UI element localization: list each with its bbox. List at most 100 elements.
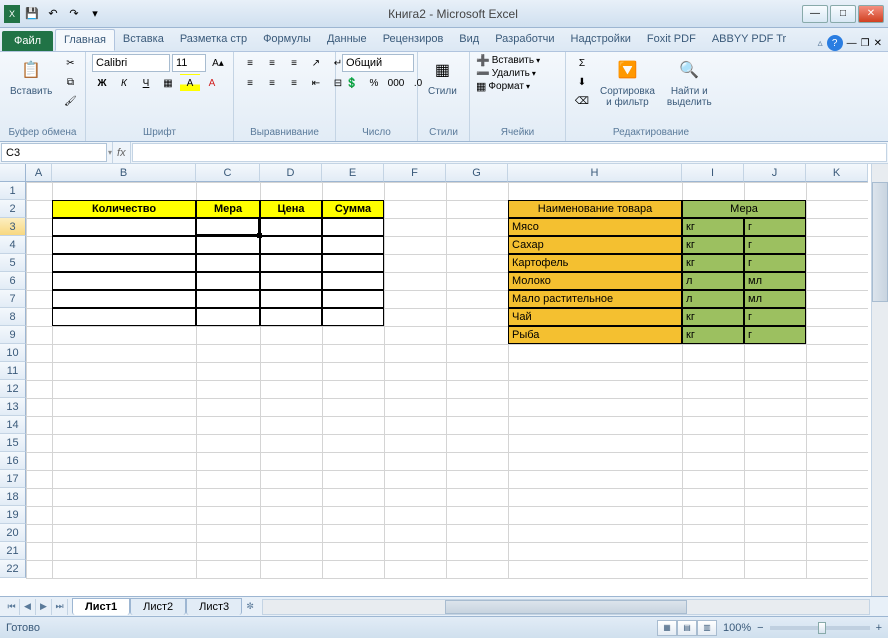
worksheet-grid[interactable]: ABCDEFGHIJK 1234567891011121314151617181…	[0, 164, 888, 596]
col-header-D[interactable]: D	[260, 164, 322, 182]
cell-I7[interactable]: л	[682, 290, 744, 308]
vertical-scroll-thumb[interactable]	[872, 182, 888, 302]
cell-E8[interactable]	[322, 308, 384, 326]
cell-D4[interactable]	[260, 236, 322, 254]
zoom-slider[interactable]	[770, 626, 870, 630]
cell-I3[interactable]: кг	[682, 218, 744, 236]
cell-B8[interactable]	[52, 308, 196, 326]
ribbon-tab-9[interactable]: Foxit PDF	[639, 29, 704, 51]
help-icon[interactable]: ?	[827, 35, 843, 51]
vertical-scrollbar[interactable]	[871, 164, 888, 596]
row-header-15[interactable]: 15	[0, 434, 26, 452]
sheet-nav-last-icon[interactable]: ⏭	[52, 599, 68, 615]
cell-J6[interactable]: мл	[744, 272, 806, 290]
cell-I2[interactable]: Мера	[682, 200, 806, 218]
col-header-I[interactable]: I	[682, 164, 744, 182]
cell-C2[interactable]: Мера	[196, 200, 260, 218]
italic-button[interactable]: К	[114, 74, 134, 92]
row-header-20[interactable]: 20	[0, 524, 26, 542]
cell-B4[interactable]	[52, 236, 196, 254]
cell-C8[interactable]	[196, 308, 260, 326]
row-header-14[interactable]: 14	[0, 416, 26, 434]
cell-H3[interactable]: Мясо	[508, 218, 682, 236]
col-header-F[interactable]: F	[384, 164, 446, 182]
zoom-in-icon[interactable]: +	[876, 622, 882, 634]
cell-H7[interactable]: Мало растительное	[508, 290, 682, 308]
cell-C6[interactable]	[196, 272, 260, 290]
align-middle-icon[interactable]: ≡	[262, 54, 282, 72]
cut-icon[interactable]: ✂	[60, 54, 80, 72]
row-header-3[interactable]: 3	[0, 218, 26, 236]
cell-D8[interactable]	[260, 308, 322, 326]
col-header-G[interactable]: G	[446, 164, 508, 182]
copy-icon[interactable]: ⧉	[60, 73, 80, 91]
row-header-9[interactable]: 9	[0, 326, 26, 344]
cell-I6[interactable]: л	[682, 272, 744, 290]
sort-filter-button[interactable]: 🔽 Сортировка и фильтр	[596, 54, 659, 110]
insert-cells-button[interactable]: ➕Вставить▾	[476, 54, 540, 67]
cell-C5[interactable]	[196, 254, 260, 272]
border-icon[interactable]: ▦	[158, 74, 178, 92]
row-header-5[interactable]: 5	[0, 254, 26, 272]
page-break-view-icon[interactable]: ▥	[697, 620, 717, 636]
doc-restore-icon[interactable]: ❐	[861, 38, 870, 49]
fill-color-icon[interactable]: A	[180, 74, 200, 92]
zoom-out-icon[interactable]: −	[757, 622, 763, 634]
autosum-icon[interactable]: Σ	[572, 54, 592, 72]
sheet-nav-first-icon[interactable]: ⏮	[4, 599, 20, 615]
percent-icon[interactable]: %	[364, 74, 384, 92]
cell-B2[interactable]: Количество	[52, 200, 196, 218]
cell-J9[interactable]: г	[744, 326, 806, 344]
undo-icon[interactable]: ↶	[44, 5, 62, 23]
cell-H9[interactable]: Рыба	[508, 326, 682, 344]
col-header-J[interactable]: J	[744, 164, 806, 182]
align-bottom-icon[interactable]: ≡	[284, 54, 304, 72]
paste-button[interactable]: 📋 Вставить	[6, 54, 56, 99]
doc-minimize-icon[interactable]: —	[847, 38, 857, 49]
cell-I5[interactable]: кг	[682, 254, 744, 272]
row-header-19[interactable]: 19	[0, 506, 26, 524]
name-box[interactable]: C3	[1, 143, 107, 162]
row-header-1[interactable]: 1	[0, 182, 26, 200]
col-header-E[interactable]: E	[322, 164, 384, 182]
comma-icon[interactable]: 000	[386, 74, 406, 92]
ribbon-tab-2[interactable]: Разметка стр	[172, 29, 255, 51]
align-right-icon[interactable]: ≡	[284, 74, 304, 92]
ribbon-tab-6[interactable]: Вид	[451, 29, 487, 51]
horizontal-scroll-thumb[interactable]	[445, 600, 687, 614]
row-header-22[interactable]: 22	[0, 560, 26, 578]
cell-H4[interactable]: Сахар	[508, 236, 682, 254]
maximize-button[interactable]: □	[830, 5, 856, 23]
new-sheet-icon[interactable]: ✼	[242, 599, 258, 615]
align-top-icon[interactable]: ≡	[240, 54, 260, 72]
ribbon-tab-5[interactable]: Рецензиров	[375, 29, 452, 51]
font-size-combo[interactable]: 11	[172, 54, 206, 72]
sheet-nav-next-icon[interactable]: ▶	[36, 599, 52, 615]
cell-E3[interactable]	[322, 218, 384, 236]
cell-H6[interactable]: Молоко	[508, 272, 682, 290]
col-header-B[interactable]: B	[52, 164, 196, 182]
cell-D6[interactable]	[260, 272, 322, 290]
col-header-A[interactable]: A	[26, 164, 52, 182]
ribbon-tab-8[interactable]: Надстройки	[563, 29, 639, 51]
page-layout-view-icon[interactable]: ▤	[677, 620, 697, 636]
row-header-6[interactable]: 6	[0, 272, 26, 290]
row-header-10[interactable]: 10	[0, 344, 26, 362]
qat-dropdown-icon[interactable]: ▾	[86, 5, 104, 23]
cell-B6[interactable]	[52, 272, 196, 290]
decrease-indent-icon[interactable]: ⇤	[306, 74, 326, 92]
row-header-8[interactable]: 8	[0, 308, 26, 326]
ribbon-tab-10[interactable]: ABBYY PDF Tr	[704, 29, 794, 51]
font-color-icon[interactable]: A	[202, 74, 222, 92]
find-select-button[interactable]: 🔍 Найти и выделить	[663, 54, 716, 110]
cell-J4[interactable]: г	[744, 236, 806, 254]
col-header-H[interactable]: H	[508, 164, 682, 182]
col-header-C[interactable]: C	[196, 164, 260, 182]
cell-E2[interactable]: Сумма	[322, 200, 384, 218]
row-header-18[interactable]: 18	[0, 488, 26, 506]
fill-handle[interactable]	[257, 233, 262, 238]
sheet-tab-0[interactable]: Лист1	[72, 598, 130, 615]
cell-I8[interactable]: кг	[682, 308, 744, 326]
cell-E5[interactable]	[322, 254, 384, 272]
increase-font-icon[interactable]: A▴	[208, 54, 228, 72]
